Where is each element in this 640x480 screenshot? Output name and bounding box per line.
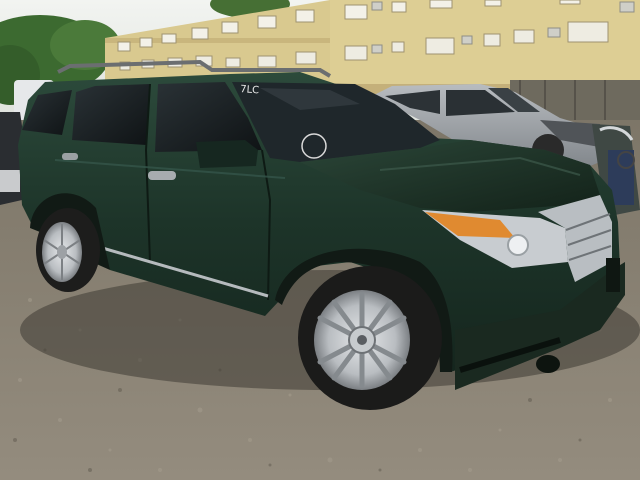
photo-scene: 7LC [0, 0, 640, 480]
front-wheel [298, 266, 442, 410]
front-door-handle [148, 171, 176, 180]
rear-wheel [36, 208, 100, 292]
photo-canvas: 7LC [0, 0, 640, 480]
side-mirror [196, 140, 258, 168]
rear-side-window [72, 84, 150, 145]
windshield-marking: 7LC [240, 84, 260, 96]
rear-door-handle [62, 153, 78, 160]
